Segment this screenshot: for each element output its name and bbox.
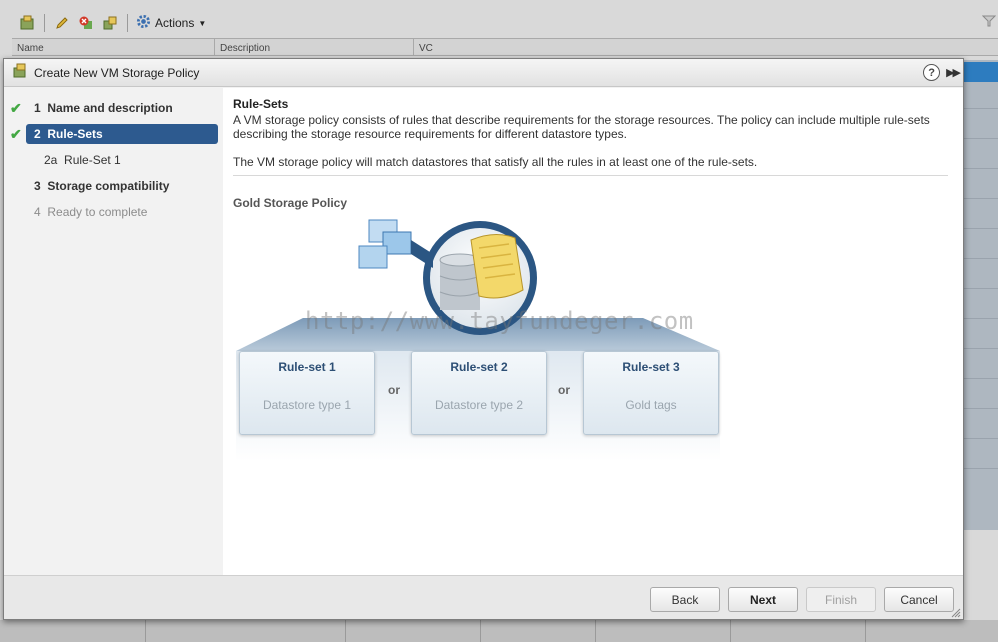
background-grid-header: Name Description VC [12, 38, 998, 56]
column-header-name[interactable]: Name [12, 39, 215, 55]
actions-menu-button[interactable]: Actions ▼ [136, 14, 206, 32]
filter-icon[interactable] [981, 14, 997, 31]
ruleset-subtitle: Gold tags [625, 398, 677, 412]
scroll-icon [470, 234, 524, 299]
policy-title: Gold Storage Policy [233, 196, 348, 210]
bottom-cell [481, 620, 596, 642]
ruleset-subtitle: Datastore type 1 [262, 398, 352, 412]
table-row [964, 288, 998, 289]
chevron-down-icon: ▼ [198, 18, 207, 28]
content-divider [233, 175, 948, 176]
vm-cubes-icon [358, 219, 433, 269]
cancel-button[interactable]: Cancel [884, 587, 954, 612]
watermark-text: http://www.tayfundeger.com [305, 307, 694, 335]
wizard-content: Rule-Sets A VM storage policy consists o… [223, 88, 963, 575]
table-row [964, 318, 998, 319]
step-number: 1 [34, 101, 41, 115]
step-label: Rule-Sets [47, 127, 103, 141]
ruleset-diagram: http://www.tayfundeger.com Rule-set 1 Da… [233, 218, 733, 478]
section-description-2: The VM storage policy will match datasto… [233, 155, 758, 169]
table-row [964, 438, 998, 439]
or-label: or [388, 383, 400, 397]
ruleset-title: Rule-set 2 [450, 360, 508, 374]
step-number: 3 [34, 179, 41, 193]
step-label: Storage compatibility [47, 179, 170, 193]
column-header-vc[interactable]: VC [414, 39, 998, 55]
step-label: Name and description [47, 101, 173, 115]
dialog-footer: Back Next Finish Cancel [4, 575, 963, 619]
step-ready-to-complete: 4 Ready to complete [4, 202, 223, 222]
bottom-cell [596, 620, 731, 642]
section-description: A VM storage policy consists of rules th… [233, 113, 930, 141]
actions-label: Actions [155, 16, 195, 30]
clone-policy-icon[interactable] [101, 14, 119, 32]
finish-button: Finish [806, 587, 876, 612]
step-label: Rule-Set 1 [64, 153, 121, 167]
section-title: Rule-Sets [233, 97, 289, 111]
resize-grip-icon[interactable] [951, 607, 961, 618]
background-bottom-bar [0, 620, 998, 642]
bottom-cell [731, 620, 866, 642]
ruleset-title: Rule-set 1 [278, 360, 336, 374]
table-row [964, 168, 998, 169]
checkmark-icon: ✔ [10, 99, 22, 116]
ruleset-title: Rule-set 3 [622, 360, 680, 374]
ruleset-card-1: Rule-set 1 Datastore type 1 [239, 351, 375, 435]
dialog-title: Create New VM Storage Policy [34, 65, 200, 80]
background-list [964, 60, 998, 530]
bottom-cell [146, 620, 346, 642]
ruleset-card-2: Rule-set 2 Datastore type 2 [411, 351, 547, 435]
checkmark-icon: ✔ [10, 125, 22, 142]
table-row [964, 108, 998, 109]
table-row [964, 138, 998, 139]
ruleset-subtitle: Datastore type 2 [434, 398, 524, 412]
step-storage-compatibility[interactable]: 3 Storage compatibility [4, 176, 223, 196]
new-policy-icon[interactable] [18, 14, 36, 32]
table-row [964, 348, 998, 349]
step-number: 2a [44, 153, 58, 167]
bottom-cell [0, 620, 146, 642]
next-button[interactable]: Next [728, 587, 798, 612]
step-name-and-description[interactable]: ✔ 1 Name and description [4, 98, 223, 118]
table-row [964, 258, 998, 259]
step-number: 2 [34, 127, 41, 141]
gear-icon [136, 14, 151, 32]
bottom-cell [346, 620, 481, 642]
storage-policy-icon [12, 63, 28, 82]
selected-row [964, 62, 998, 82]
table-row [964, 198, 998, 199]
table-row [964, 378, 998, 379]
ruleset-diagram-art [236, 219, 720, 461]
delete-policy-icon[interactable] [77, 14, 95, 32]
toolbar-separator [44, 14, 45, 32]
dialog-title-bar[interactable]: Create New VM Storage Policy ? ▶▶ [4, 59, 963, 87]
table-row [964, 468, 998, 469]
step-rule-set-1[interactable]: 2a Rule-Set 1 [4, 150, 223, 170]
expand-icon[interactable]: ▶▶ [946, 66, 961, 79]
background-toolbar: Actions ▼ [0, 8, 998, 38]
ruleset-card-3: Rule-set 3 Gold tags [583, 351, 719, 435]
edit-pencil-icon[interactable] [53, 14, 71, 32]
step-rule-sets[interactable]: ✔ 2 Rule-Sets [4, 124, 223, 144]
step-label: Ready to complete [47, 205, 148, 219]
step-number: 4 [34, 205, 41, 219]
create-storage-policy-dialog: Create New VM Storage Policy ? ▶▶ ✔ 1 Na… [3, 58, 964, 620]
table-row [964, 228, 998, 229]
wizard-steps: ✔ 1 Name and description ✔ 2 Rule-Sets 2… [4, 88, 223, 575]
column-header-description[interactable]: Description [215, 39, 414, 55]
toolbar-separator [127, 14, 128, 32]
help-icon[interactable]: ? [923, 64, 941, 81]
or-label: or [558, 383, 570, 397]
table-row [964, 408, 998, 409]
back-button[interactable]: Back [650, 587, 720, 612]
